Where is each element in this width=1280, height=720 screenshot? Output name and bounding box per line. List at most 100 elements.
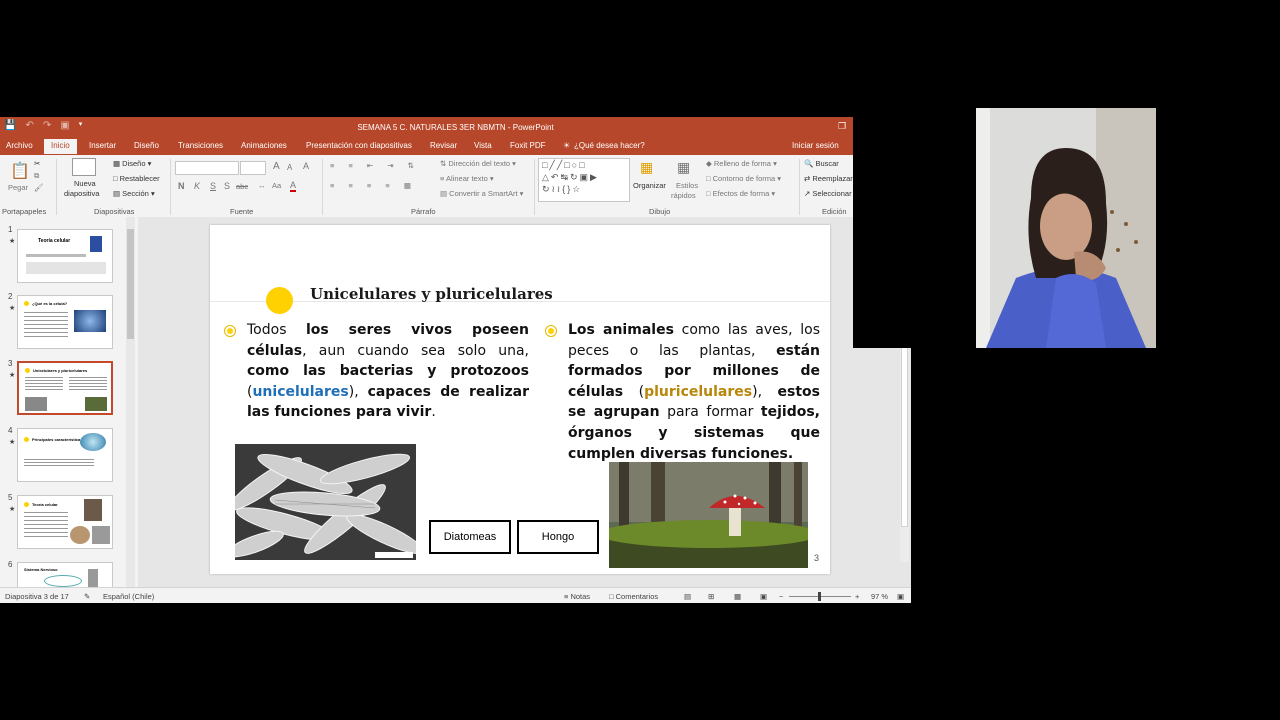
normal-view-icon[interactable]: ▤ <box>684 592 691 601</box>
slide-thumbnail-1[interactable]: Teoría celular <box>17 229 113 283</box>
section-button[interactable]: ▤ Sección ▾ <box>113 189 155 198</box>
arrange-icon[interactable]: ▦ <box>640 159 653 176</box>
shape-fill-button[interactable]: ◆ Relleno de forma ▾ <box>706 159 777 168</box>
mushroom-image[interactable] <box>609 462 808 568</box>
arrange-button[interactable]: Organizar <box>633 181 666 190</box>
left-paragraph[interactable]: Todos los seres vivos poseen células, au… <box>247 320 529 423</box>
copy-icon[interactable]: ⧉ <box>34 171 39 181</box>
diatoms-image[interactable] <box>235 444 416 560</box>
zoom-out-icon[interactable]: − <box>779 592 783 601</box>
layout-button[interactable]: ▦ Diseño ▾ <box>113 159 151 168</box>
tab-inicio[interactable]: Inicio <box>44 139 77 154</box>
zoom-slider[interactable] <box>789 592 851 601</box>
slide-title[interactable]: Unicelulares y pluricelulares <box>310 285 553 303</box>
tab-revisar[interactable]: Revisar <box>430 141 457 150</box>
tab-diseno[interactable]: Diseño <box>134 141 159 150</box>
thumb-title: Teoría celular <box>32 502 58 507</box>
quick-styles-button[interactable]: Estilos <box>676 181 698 190</box>
change-case-icon[interactable]: Aa <box>272 181 281 190</box>
group-paragraph: Párrafo <box>411 207 436 216</box>
shape-outline-button[interactable]: □ Contorno de forma ▾ <box>706 174 781 183</box>
thumb-title: Teoría celular <box>38 238 71 244</box>
group-font: Fuente <box>230 207 254 216</box>
align-text-button[interactable]: ≡ Alinear texto ▾ <box>440 174 494 183</box>
label-diatomeas[interactable]: Diatomeas <box>429 520 511 554</box>
shape-effects-button[interactable]: □ Efectos de forma ▾ <box>706 189 775 198</box>
thumbnail-scrollbar[interactable] <box>126 217 135 587</box>
italic-button[interactable]: K <box>194 181 200 191</box>
slide-thumbnail-2[interactable]: ¿Qué es la célula? <box>17 295 113 349</box>
bold-button[interactable]: N <box>178 181 185 191</box>
restore-window-icon[interactable]: ❐ <box>838 121 846 132</box>
underline-button[interactable]: S <box>210 181 216 191</box>
replace-button[interactable]: ⇄ Reemplazar <box>804 174 853 183</box>
shadow-button[interactable]: S <box>224 181 230 191</box>
slideshow-view-icon[interactable]: ▣ <box>760 592 767 601</box>
text-direction-button[interactable]: ⇅ Dirección del texto ▾ <box>440 159 516 168</box>
slide-thumbnail-5[interactable]: Teoría celular <box>17 495 113 549</box>
bullet-icon <box>224 325 236 337</box>
sorter-view-icon[interactable]: ⊞ <box>708 592 714 601</box>
paste-icon[interactable]: 📋 <box>10 161 30 181</box>
ribbon-tabs: Archivo Inicio Insertar Diseño Transicio… <box>0 137 853 155</box>
format-painter-icon[interactable]: 🖌 <box>34 183 44 192</box>
webcam-video <box>976 108 1156 348</box>
thumb-title: Principales características <box>32 437 83 442</box>
thumb-title: ¿Qué es la célula? <box>32 301 68 306</box>
right-paragraph[interactable]: Los animales como las aves, los peces o … <box>568 320 820 464</box>
font-name-box[interactable] <box>175 161 239 175</box>
notes-button[interactable]: ≡ Notas <box>564 592 590 601</box>
paste-button[interactable]: Pegar <box>8 183 28 192</box>
slide-thumbnail-panel: 1 ★ Teoría celular 2 ★ ¿Qué es la célula… <box>0 217 139 587</box>
zoom-in-icon[interactable]: + <box>855 592 859 601</box>
tab-insertar[interactable]: Insertar <box>89 141 116 150</box>
smartart-button[interactable]: ▤ Convertir a SmartArt ▾ <box>440 189 523 198</box>
sign-in-link[interactable]: Iniciar sesión <box>792 141 839 150</box>
align-buttons[interactable]: ≡ ≡ ≡ ≡ ▦ <box>330 181 417 190</box>
reading-view-icon[interactable]: ▦ <box>734 592 741 601</box>
tab-archivo[interactable]: Archivo <box>6 141 33 150</box>
animation-star-icon: ★ <box>9 238 16 245</box>
webcam-overlay <box>853 108 1280 348</box>
tab-animaciones[interactable]: Animaciones <box>241 141 287 150</box>
spell-check-icon[interactable]: ✎ <box>84 592 90 601</box>
reset-button[interactable]: □ Restablecer <box>113 174 160 183</box>
quick-styles-button-line2[interactable]: rápidos <box>671 191 696 200</box>
list-buttons[interactable]: ≡ ≡ ⇤ ⇥ ⇅ <box>330 161 420 170</box>
char-spacing-icon[interactable]: ↔ <box>258 181 266 190</box>
label-hongo[interactable]: Hongo <box>517 520 599 554</box>
slide-counter: Diapositiva 3 de 17 <box>5 592 69 601</box>
slide-thumbnail-4[interactable]: Principales características <box>17 428 113 482</box>
animation-star-icon: ★ <box>9 439 16 446</box>
language-indicator[interactable]: Español (Chile) <box>103 592 154 601</box>
grow-font-button[interactable]: A <box>273 161 280 172</box>
font-color-icon[interactable]: A <box>290 180 297 192</box>
tab-vista[interactable]: Vista <box>474 141 492 150</box>
slide-canvas: Unicelulares y pluricelulares Todos los … <box>138 217 911 587</box>
strikethrough-button[interactable]: abc <box>236 182 248 191</box>
font-size-box[interactable] <box>240 161 266 175</box>
tab-presentacion[interactable]: Presentación con diapositivas <box>306 141 412 150</box>
new-slide-button-line2[interactable]: diapositiva <box>64 189 99 198</box>
fit-to-window-icon[interactable]: ▣ <box>897 592 904 601</box>
new-slide-icon[interactable] <box>72 158 96 176</box>
thumb-number: 1 <box>8 225 13 234</box>
tell-me-box[interactable]: ¿Qué desea hacer? <box>574 141 645 150</box>
quick-styles-icon[interactable]: ▦ <box>677 159 690 176</box>
bullet-icon <box>545 325 557 337</box>
tab-transiciones[interactable]: Transiciones <box>178 141 223 150</box>
tab-foxit-pdf[interactable]: Foxit PDF <box>510 141 546 150</box>
thumb-number: 2 <box>8 292 13 301</box>
find-button[interactable]: 🔍 Buscar <box>804 159 839 168</box>
current-slide[interactable]: Unicelulares y pluricelulares Todos los … <box>210 225 830 574</box>
clear-format-button[interactable]: A <box>303 161 309 171</box>
shapes-gallery[interactable]: □╱╱□○□ △↶↹↻▣▶ ↻≀≀{}☆ <box>538 158 630 202</box>
zoom-level[interactable]: 97 % <box>871 592 888 601</box>
slide-thumbnail-3[interactable]: Unicelulares y pluricelulares <box>17 361 113 415</box>
new-slide-button[interactable]: Nueva <box>74 179 96 188</box>
cut-icon[interactable]: ✂ <box>34 159 40 168</box>
comments-button[interactable]: □ Comentarios <box>609 592 658 601</box>
shrink-font-button[interactable]: A <box>287 163 292 172</box>
select-button[interactable]: ↗ Seleccionar <box>804 189 852 198</box>
slide-thumbnail-6[interactable]: Sistema Nervioso <box>17 562 113 587</box>
